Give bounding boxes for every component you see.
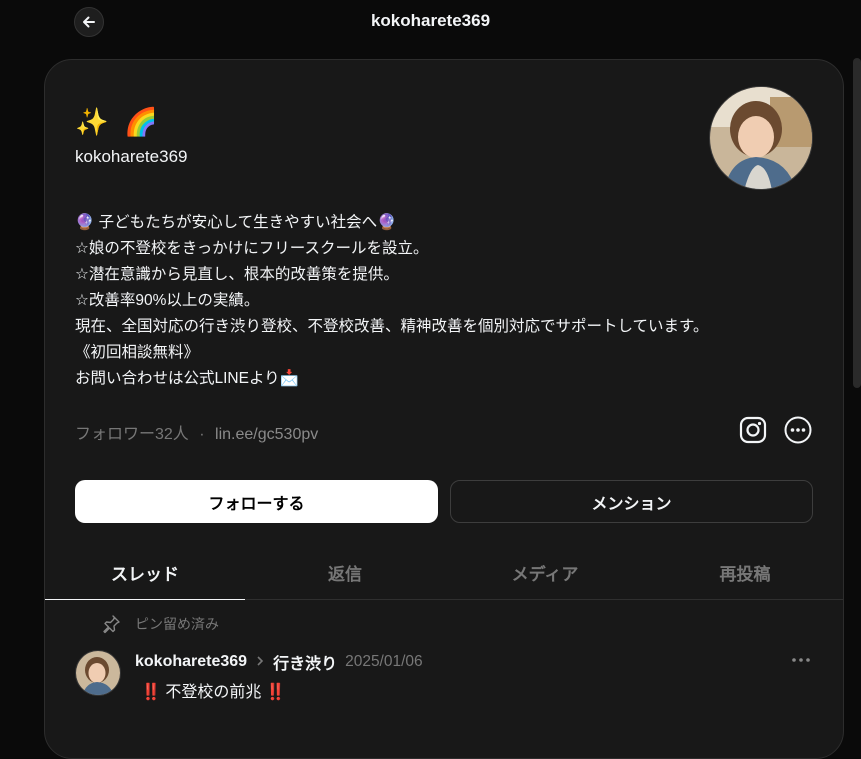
- post-avatar[interactable]: [75, 650, 121, 696]
- scrollbar[interactable]: [853, 58, 861, 388]
- more-options-icon: [784, 416, 812, 444]
- exclamation-emoji: ‼️: [141, 684, 161, 701]
- pinned-label: ピン留め済み: [135, 616, 219, 632]
- profile-avatar[interactable]: [709, 86, 813, 190]
- instagram-button[interactable]: [738, 415, 768, 445]
- bio-line: 🔮 子どもたちが安心して生きやすい社会へ🔮: [75, 214, 397, 231]
- post-topic[interactable]: 行き渋り: [273, 650, 337, 674]
- pinned-indicator: ピン留め済み: [101, 614, 219, 634]
- profile-meta: フォロワー32人 · lin.ee/gc530pv: [75, 420, 318, 444]
- bio-line: ☆潜在意識から見直し、根本的改善策を提供。: [75, 266, 399, 283]
- post-text: ‼️ 不登校の前兆 ‼️: [141, 678, 286, 702]
- profile-emojis: ✨ 🌈: [75, 107, 162, 137]
- bio-line: お問い合わせは公式LINEより📩: [75, 370, 299, 387]
- more-options-button[interactable]: [783, 415, 813, 445]
- tab-threads[interactable]: スレッド: [45, 546, 245, 600]
- meta-separator: ·: [199, 426, 205, 443]
- tab-reposts[interactable]: 再投稿: [645, 546, 845, 599]
- pin-icon: [103, 615, 120, 634]
- profile-link[interactable]: lin.ee/gc530pv: [215, 426, 318, 443]
- profile-username: kokoharete369: [75, 147, 188, 166]
- chevron-right-icon: [255, 654, 265, 671]
- profile-card: ✨ 🌈 kokoharete369 🔮 子どもたちが安心して生きやすい社会へ🔮 …: [44, 59, 844, 759]
- bio-line: ☆改善率90%以上の実績。: [75, 292, 260, 309]
- post-date: 2025/01/06: [345, 653, 423, 670]
- mention-button[interactable]: メンション: [450, 480, 813, 523]
- profile-tabs: スレッド 返信 メディア 再投稿: [45, 546, 843, 600]
- page-title: kokoharete369: [370, 11, 491, 30]
- instagram-icon: [739, 416, 767, 444]
- tab-media[interactable]: メディア: [445, 546, 645, 599]
- more-horizontal-icon: [792, 658, 810, 662]
- profile-bio: 🔮 子どもたちが安心して生きやすい社会へ🔮 ☆娘の不登校をきっかけにフリースクー…: [75, 210, 795, 392]
- follow-button[interactable]: フォローする: [75, 480, 438, 523]
- tab-replies[interactable]: 返信: [245, 546, 445, 599]
- bio-line: ☆娘の不登校をきっかけにフリースクールを設立。: [75, 240, 429, 257]
- top-bar: kokoharete369: [0, 0, 861, 44]
- followers-count[interactable]: フォロワー32人: [75, 426, 189, 443]
- post-header: kokoharete369 行き渋り 2025/01/06: [135, 650, 423, 674]
- exclamation-emoji: ‼️: [265, 684, 286, 701]
- bio-line: 《初回相談無料》: [75, 344, 200, 361]
- bio-line: 現在、全国対応の行き渋り登校、不登校改善、精神改善を個別対応でサポートしています…: [75, 318, 709, 335]
- post-author[interactable]: kokoharete369: [135, 653, 247, 671]
- post-text-body: 不登校の前兆: [165, 684, 262, 701]
- post-more-button[interactable]: [789, 650, 813, 670]
